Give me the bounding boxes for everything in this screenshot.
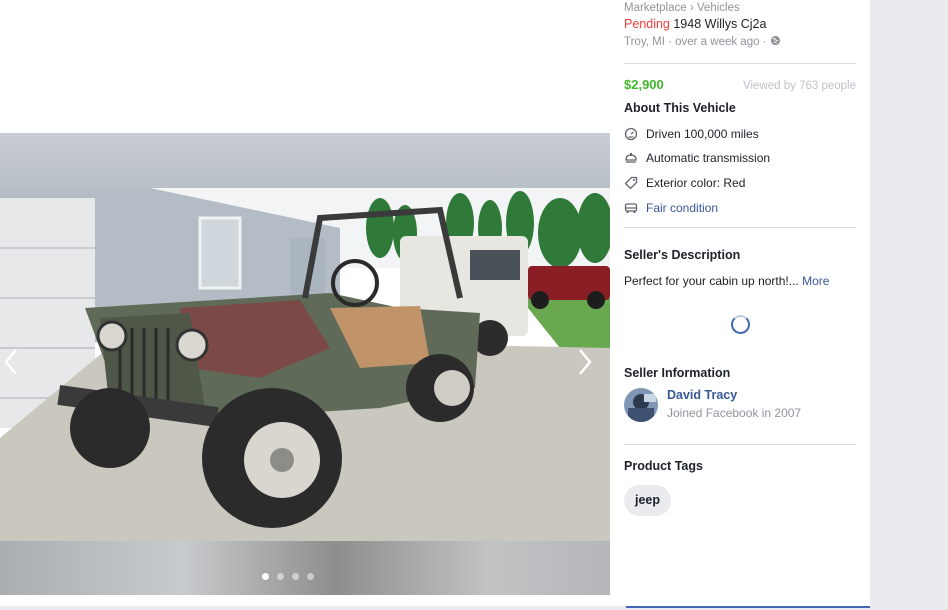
- seller-heading: Seller Information: [624, 366, 731, 380]
- status-badge: Pending: [624, 17, 670, 31]
- divider: [624, 227, 856, 228]
- about-item-label: Automatic transmission: [646, 151, 771, 165]
- tag-icon: [624, 176, 638, 190]
- about-item-label: Exterior color: Red: [646, 176, 746, 190]
- listing-name: 1948 Willys Cj2a: [673, 17, 767, 31]
- divider: [624, 444, 856, 445]
- breadcrumb-marketplace[interactable]: Marketplace: [624, 2, 687, 14]
- breadcrumb-separator: ›: [689, 2, 694, 14]
- speedometer-icon: [624, 127, 638, 141]
- car-icon: [624, 203, 638, 213]
- about-item-label: Driven 100,000 miles: [646, 127, 759, 141]
- photo-dot[interactable]: [307, 573, 314, 580]
- see-more-link[interactable]: More: [802, 274, 829, 288]
- view-count: Viewed by 763 people: [743, 80, 856, 92]
- about-item-color: Exterior color: Red: [624, 176, 856, 190]
- breadcrumb: Marketplace › Vehicles: [624, 2, 856, 14]
- globe-icon: [770, 35, 780, 46]
- about-item-transmission: Automatic transmission: [624, 151, 856, 165]
- about-item-condition[interactable]: Fair condition: [624, 201, 856, 215]
- photo-blur-bottom: [0, 541, 610, 595]
- listing-price: $2,900: [624, 77, 664, 92]
- divider: [624, 63, 856, 64]
- about-item-label[interactable]: Fair condition: [646, 201, 718, 215]
- breadcrumb-vehicles[interactable]: Vehicles: [697, 2, 740, 14]
- photo-blur-top: [0, 133, 610, 189]
- photo-viewer: [0, 0, 610, 610]
- photo-pagination: [262, 573, 314, 580]
- loading-spinner-icon: [731, 315, 750, 334]
- next-photo-button[interactable]: [574, 348, 596, 378]
- photo-dot[interactable]: [292, 573, 299, 580]
- description-heading: Seller's Description: [624, 248, 741, 262]
- price-row: $2,900 Viewed by 763 people: [624, 77, 856, 92]
- seller-name-link[interactable]: David Tracy: [667, 388, 737, 402]
- avatar[interactable]: [624, 388, 658, 422]
- bottom-accent-bar: [626, 606, 870, 608]
- listing-photo[interactable]: [0, 188, 610, 541]
- tags-heading: Product Tags: [624, 459, 703, 473]
- seller-joined: Joined Facebook in 2007: [667, 406, 802, 420]
- location-time: Troy, MI · over a week ago ·: [624, 36, 767, 48]
- seller-description: Perfect for your cabin up north!... More: [624, 274, 856, 288]
- photo-dot[interactable]: [277, 573, 284, 580]
- steering-icon: [625, 153, 637, 163]
- product-tag[interactable]: jeep: [624, 485, 672, 516]
- about-item-mileage: Driven 100,000 miles: [624, 127, 856, 141]
- photo-dot[interactable]: [262, 573, 269, 580]
- listing-meta: Troy, MI · over a week ago ·: [624, 35, 856, 48]
- listing-title: Pending 1948 Willys Cj2a: [624, 17, 856, 31]
- page-gutter: [870, 0, 948, 610]
- description-text: Perfect for your cabin up north!...: [624, 274, 799, 288]
- previous-photo-button[interactable]: [0, 348, 22, 378]
- about-heading: About This Vehicle: [624, 101, 736, 115]
